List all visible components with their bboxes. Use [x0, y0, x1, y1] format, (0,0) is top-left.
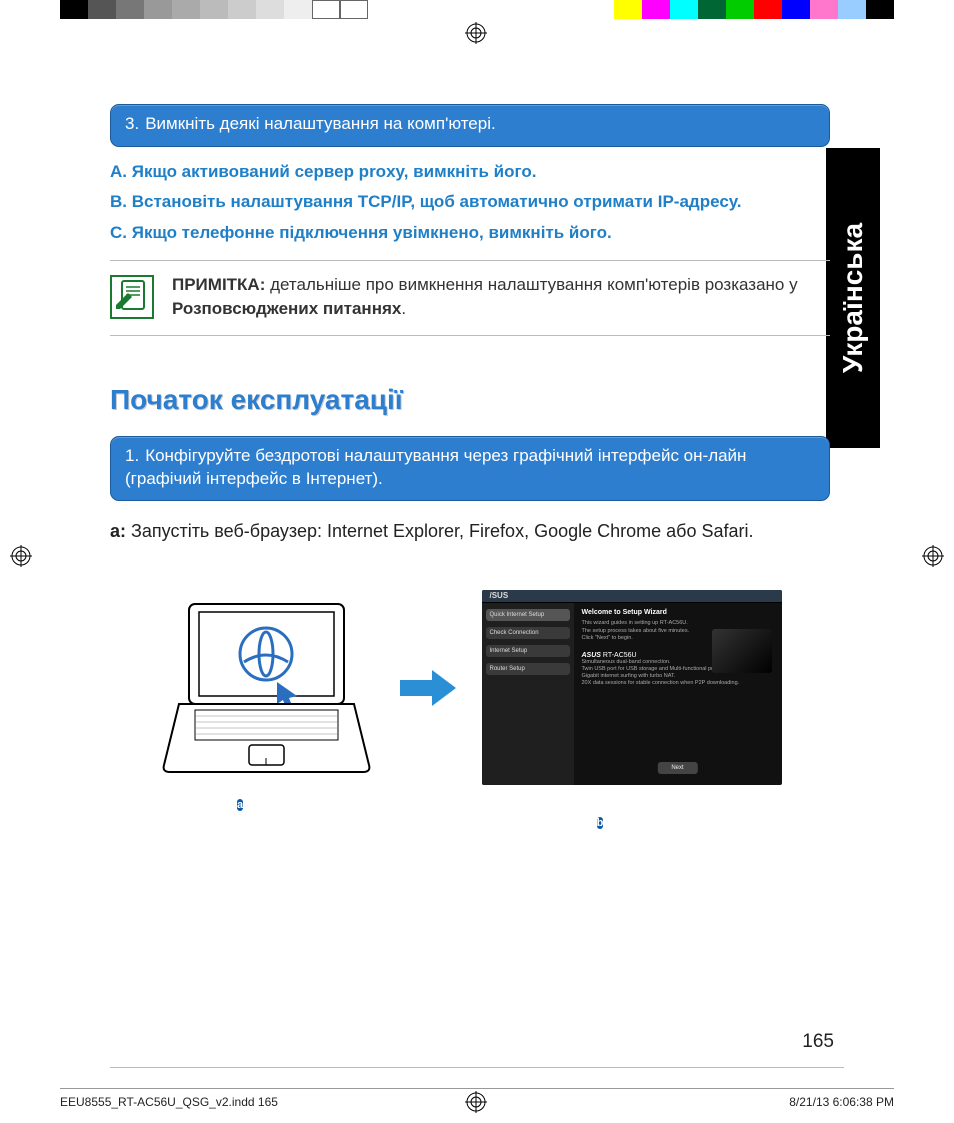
- wizard-feat: 20X data sessions for stable connection …: [582, 680, 774, 687]
- wizard-side-item: Check Connection: [486, 627, 570, 639]
- registration-mark-icon: [10, 545, 32, 567]
- page: Українська 3. Вимкніть деякі налаштування…: [0, 0, 954, 1123]
- wizard-next-button: Next: [657, 762, 697, 774]
- substep-b: B. Встановіть налаштування TCP/IP, щоб а…: [110, 189, 830, 215]
- language-tab: Українська: [826, 148, 880, 448]
- note-block: ПРИМІТКА: детальніше про вимкнення налаш…: [110, 273, 830, 321]
- substep-c: C. Якщо телефонне підключення увімкнено,…: [110, 220, 830, 246]
- wizard-side-item: Router Setup: [486, 663, 570, 675]
- language-tab-label: Українська: [837, 223, 869, 373]
- outer-footer-rule: [60, 1088, 894, 1089]
- sub-steps: A. Якщо активований сервер proxy, вимкні…: [110, 159, 830, 246]
- setup-wizard-screenshot: /SUS Quick Internet Setup Check Connecti…: [482, 590, 782, 785]
- wizard-line: This wizard guides in setting up RT-AC56…: [582, 620, 774, 627]
- step-a-label: a:: [110, 521, 126, 541]
- step-a-text: Запустіть веб-браузер: Internet Explorer…: [126, 521, 753, 541]
- divider: [110, 335, 830, 336]
- note-icon: [110, 275, 154, 319]
- wizard-feat: Gigabit internet surfing with turbo NAT.: [582, 673, 774, 680]
- substep-a: A. Якщо активований сервер proxy, вимкні…: [110, 159, 830, 185]
- step-3-text: Вимкніть деякі налаштування на комп'ютер…: [145, 114, 496, 133]
- wizard-side-item: Quick Internet Setup: [486, 609, 570, 621]
- content-footer-rule: [110, 1067, 844, 1068]
- print-footer: EEU8555_RT-AC56U_QSG_v2.indd 165 8/21/13…: [60, 1095, 894, 1109]
- note-bold: Розповсюджених питаннях: [172, 299, 401, 318]
- wizard-brand: /SUS: [490, 591, 509, 600]
- figures-row: /SUS Quick Internet Setup Check Connecti…: [110, 590, 830, 785]
- laptop-illustration: [159, 600, 374, 775]
- arrow-icon: [398, 668, 458, 708]
- note-tail: .: [401, 299, 406, 318]
- footer-timestamp: 8/21/13 6:06:38 PM: [789, 1095, 894, 1109]
- step-a-row: a: Запустіть веб-браузер: Internet Explo…: [110, 521, 830, 542]
- page-number: 165: [802, 1031, 834, 1053]
- step-1-box: 1.Конфігуруйте бездротові налаштування ч…: [110, 436, 830, 502]
- section-title: Початок експлуатації: [110, 384, 830, 416]
- router-image: [712, 629, 772, 673]
- wizard-main: Welcome to Setup Wizard This wizard guid…: [574, 603, 782, 785]
- wizard-sidebar: Quick Internet Setup Check Connection In…: [482, 603, 574, 785]
- caption-b: b: [597, 817, 604, 829]
- note-body: детальніше про вимкнення налаштування ко…: [265, 275, 797, 294]
- registration-mark-icon: [465, 22, 487, 44]
- caption-a: a: [237, 799, 243, 811]
- step-1-text: Конфігуруйте бездротові налаштування чер…: [125, 446, 746, 488]
- registration-mark-icon: [922, 545, 944, 567]
- footer-filename: EEU8555_RT-AC56U_QSG_v2.indd 165: [60, 1095, 278, 1109]
- wizard-side-item: Internet Setup: [486, 645, 570, 657]
- note-text: ПРИМІТКА: детальніше про вимкнення налаш…: [172, 273, 830, 321]
- step-3-box: 3. Вимкніть деякі налаштування на комп'ют…: [110, 104, 830, 147]
- divider: [110, 260, 830, 261]
- step-1-number: 1.: [125, 446, 139, 465]
- step-3-number: 3.: [125, 114, 139, 133]
- wizard-title: Welcome to Setup Wizard: [582, 609, 774, 616]
- content-area: 3. Вимкніть деякі налаштування на комп'ют…: [110, 104, 830, 831]
- note-label: ПРИМІТКА:: [172, 275, 265, 294]
